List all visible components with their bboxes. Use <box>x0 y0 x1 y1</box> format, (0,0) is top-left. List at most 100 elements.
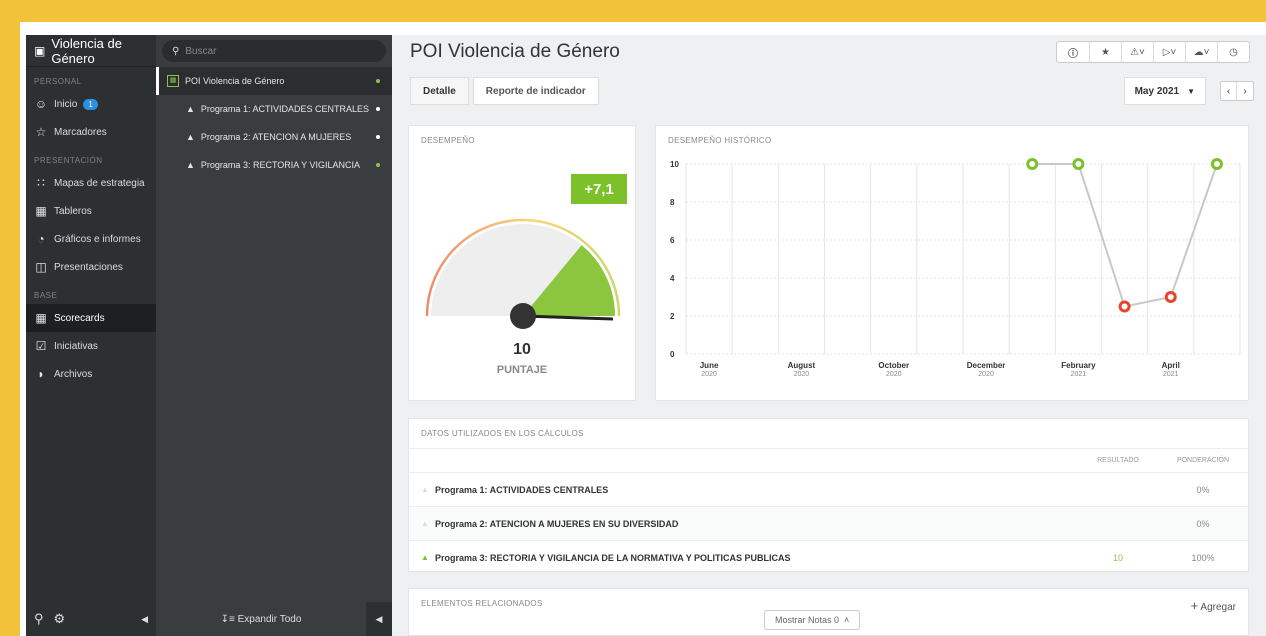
show-notes-button[interactable]: Mostrar Notas 0 ˄ <box>764 610 861 630</box>
period-nav: ‹ › <box>1220 81 1254 101</box>
collapse-nav-icon[interactable]: ◀ <box>141 614 148 625</box>
x-tick-month: April <box>1162 361 1180 370</box>
data-point <box>1118 300 1131 313</box>
nav-section-base: BASE <box>34 291 58 300</box>
search-placeholder: Buscar <box>185 45 217 57</box>
nav-item-label: Marcadores <box>54 126 107 138</box>
status-triangle-icon: ▲ <box>421 485 429 494</box>
cloud-icon[interactable]: ☁˅ <box>1185 42 1217 62</box>
main-content: POI Violencia de Género ⓘ ★ ⚠˅ ▷˅ ☁˅ ◷ D… <box>392 35 1266 636</box>
col-resultado: RESULTADO <box>1097 457 1139 464</box>
presentation-icon: ◫ <box>35 260 47 274</box>
search-input[interactable]: ⚲ Buscar <box>162 40 386 62</box>
nav-item-tableros[interactable]: ▦ Tableros <box>26 197 156 225</box>
chart-icon: ◔ <box>37 232 45 246</box>
tree-footer: ↧≡ Expandir Todo ◀ <box>156 602 392 636</box>
toolbar: ⓘ ★ ⚠˅ ▷˅ ☁˅ ◷ <box>1056 41 1250 63</box>
left-nav: ▣ Violencia de Género PERSONAL ☺ Inicio … <box>26 35 156 636</box>
tab-reporte[interactable]: Reporte de indicador <box>472 77 599 105</box>
x-tick-month: December <box>967 361 1006 370</box>
nav-item-label: Iniciativas <box>54 340 98 352</box>
tree-item-poi[interactable]: ▦ POI Violencia de Género <box>156 67 392 95</box>
status-triangle-icon: ▲ <box>421 519 429 528</box>
score-value: 10 <box>513 341 531 358</box>
row-result: 10 <box>1112 552 1123 563</box>
gear-icon[interactable]: ⚙ <box>54 611 66 627</box>
nav-item-marcadores[interactable]: ☆ Marcadores <box>26 118 156 146</box>
scorecard-icon: ▦ <box>167 75 179 87</box>
row-name: Programa 2: ATENCION A MUJERES EN SU DIV… <box>435 518 679 529</box>
row-name: Programa 3: RECTORIA Y VIGILANCIA DE LA … <box>435 552 791 563</box>
nav-item-iniciativas[interactable]: ☑ Iniciativas <box>26 332 156 360</box>
x-tick-year: 2020 <box>794 371 810 378</box>
nav-item-archivos[interactable]: ◗ Archivos <box>26 360 156 388</box>
table-row[interactable]: ▲ Programa 1: ACTIVIDADES CENTRALES 0% <box>409 472 1248 506</box>
star-icon: ☆ <box>35 125 47 139</box>
nav-item-label: Inicio <box>54 98 78 110</box>
table-row[interactable]: ▲ Programa 2: ATENCION A MUJERES EN SU D… <box>409 506 1248 540</box>
nav-item-label: Tableros <box>54 205 92 217</box>
series-line <box>1032 163 1218 308</box>
chevron-left-icon: ◀ <box>375 613 383 624</box>
x-tick-year: 2020 <box>886 371 902 378</box>
notes-label: Mostrar Notas 0 <box>775 615 840 625</box>
tree-item-label: Programa 1: ACTIVIDADES CENTRALES <box>200 104 369 114</box>
row-name: Programa 1: ACTIVIDADES CENTRALES <box>435 484 609 495</box>
collapse-tree-button[interactable]: ◀ <box>366 602 392 636</box>
tree-item-programa-2[interactable]: ▲ Programa 2: ATENCION A MUJERES <box>156 123 392 151</box>
nav-item-graficos[interactable]: ◔ Gráficos e informes <box>26 225 156 253</box>
data-point <box>1026 158 1039 170</box>
period-label: May 2021 <box>1134 85 1180 97</box>
add-related-button[interactable]: + Agregar <box>1191 598 1236 613</box>
alert-icon[interactable]: ⚠˅ <box>1121 42 1153 62</box>
x-tick-year: 2020 <box>701 371 717 378</box>
next-period-icon[interactable]: › <box>1237 82 1253 100</box>
caret-down-icon: ▼ <box>1187 86 1195 96</box>
x-tick-year: 2020 <box>978 371 994 378</box>
search-icon[interactable]: ⚲ <box>34 611 44 627</box>
col-ponderacion: PONDERACIÓN <box>1176 457 1230 464</box>
page-title: POI Violencia de Género <box>410 41 620 62</box>
notification-badge: 1 <box>83 98 98 110</box>
gauge-needle <box>522 314 614 321</box>
history-chart: 0246810June2020August2020October2020Dece… <box>670 158 1241 378</box>
triangle-icon: ▲ <box>186 104 195 114</box>
tab-detalle[interactable]: Detalle <box>410 77 469 105</box>
scorecard-icon: ▦ <box>35 311 47 325</box>
expand-icon: ↧≡ <box>220 613 238 625</box>
add-label: Agregar <box>1200 602 1236 613</box>
search-icon: ⚲ <box>172 45 180 57</box>
tree-item-programa-1[interactable]: ▲ Programa 1: ACTIVIDADES CENTRALES <box>156 95 392 123</box>
clock-icon[interactable]: ◷ <box>1217 42 1249 62</box>
checkbox-icon: ☑ <box>35 339 47 353</box>
nav-item-presentaciones[interactable]: ◫ Presentaciones <box>26 253 156 281</box>
expand-all-button[interactable]: ↧≡ Expandir Todo <box>156 614 366 625</box>
nav-item-mapas[interactable]: ∷ Mapas de estrategia <box>26 169 156 197</box>
table-row[interactable]: ▲ Programa 3: RECTORIA Y VIGILANCIA DE L… <box>409 540 1248 574</box>
nav-item-scorecards[interactable]: ▦ Scorecards <box>26 304 156 332</box>
prev-period-icon[interactable]: ‹ <box>1221 82 1237 100</box>
nav-item-inicio[interactable]: ☺ Inicio 1 <box>26 90 156 118</box>
x-tick-month: February <box>1061 361 1096 370</box>
star-icon[interactable]: ★ <box>1089 42 1121 62</box>
period-selector[interactable]: May 2021 ▼ <box>1123 77 1206 105</box>
tree-item-label: POI Violencia de Género <box>185 76 285 86</box>
tab-bar: Detalle Reporte de indicador <box>410 77 599 105</box>
nav-item-label: Archivos <box>54 368 93 380</box>
info-icon[interactable]: ⓘ <box>1057 42 1089 62</box>
nav-title: Violencia de Género <box>51 35 122 66</box>
tree-item-programa-3[interactable]: ▲ Programa 3: RECTORIA Y VIGILANCIA <box>156 151 392 179</box>
nav-section-presentacion: PRESENTACIÓN <box>34 156 103 165</box>
row-weight: 0% <box>1196 518 1210 529</box>
row-weight: 100% <box>1191 552 1215 563</box>
data-card: DATOS UTILIZADOS EN LOS CÁLCULOS RESULTA… <box>408 418 1249 572</box>
x-tick-month: August <box>788 361 816 370</box>
x-tick-month: October <box>878 361 909 370</box>
status-dot <box>376 135 380 139</box>
nav-section-personal: PERSONAL <box>34 77 82 86</box>
file-icon: ◗ <box>37 367 45 381</box>
nav-item-label: Presentaciones <box>54 261 123 273</box>
export-icon[interactable]: ▷˅ <box>1153 42 1185 62</box>
nav-footer: ⚲ ⚙ ◀ <box>26 602 156 636</box>
user-icon: ☺ <box>34 97 48 111</box>
